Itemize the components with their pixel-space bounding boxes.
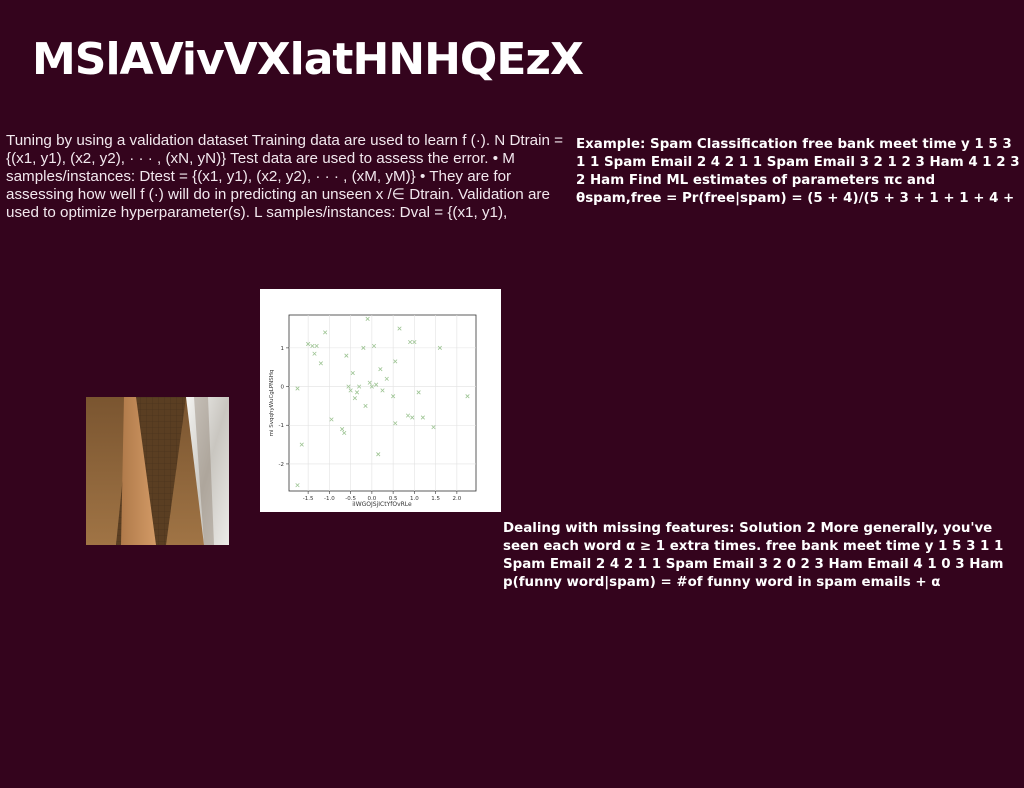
missing-features-text: Dealing with missing features: Solution … — [503, 521, 1004, 590]
x-tick-label: -1.0 — [324, 496, 335, 502]
building-photo-graphic — [86, 397, 229, 545]
x-axis-label: iIWGOJSjICtYfOvRLe — [352, 501, 412, 508]
spam-example-text: Example: Spam Classification free bank m… — [576, 137, 1020, 206]
x-tick-label: 2.0 — [453, 496, 462, 502]
y-tick-label: 0 — [281, 385, 285, 391]
y-tick-label: 1 — [281, 346, 285, 352]
scatter-svg: -1.5 -1.0 -0.5 0.0 0.5 1.0 1.5 2.010-1-2 iIWGOJ… — [269, 314, 477, 508]
validation-text: Tuning by using a validation dataset Tra… — [6, 132, 564, 221]
y-axis-label: mi SvqqhyWuCgLPNSHq — [269, 370, 275, 437]
plot-frame — [288, 314, 477, 492]
slide-title: MSlAVivVXlatHNHQEzX — [32, 34, 584, 85]
scatter-chart: -1.5 -1.0 -0.5 0.0 0.5 1.0 1.5 2.0 1 0 -1 -2 iIWGOJ… — [260, 289, 501, 512]
x-tick-label: 1.5 — [431, 496, 440, 502]
y-tick-label: -2 — [279, 462, 284, 468]
building-photo — [86, 397, 229, 545]
x-tick-label: -1.5 — [303, 496, 314, 502]
y-tick-label: -1 — [279, 423, 284, 429]
